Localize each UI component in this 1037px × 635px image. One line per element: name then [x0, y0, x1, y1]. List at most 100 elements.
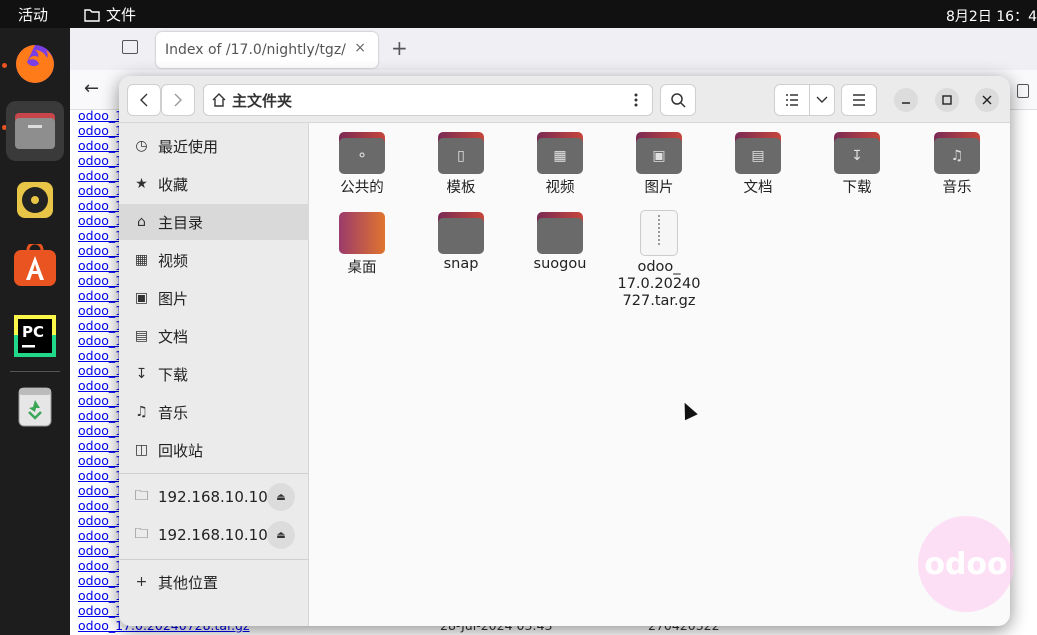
sidebar-item-other-locations[interactable]: + 其他位置	[119, 564, 309, 600]
folder-suogou[interactable]: suogou	[515, 212, 605, 273]
file-link[interactable]: odoo_1	[78, 588, 123, 603]
search-button[interactable]	[660, 84, 696, 116]
folder-snap[interactable]: snap	[416, 212, 506, 273]
file-link[interactable]: odoo_1	[78, 513, 123, 528]
sidebar-item-home[interactable]: ⌂ 主目录	[119, 204, 309, 240]
folder-icon	[537, 212, 583, 254]
file-link[interactable]: odoo_1	[78, 153, 123, 168]
sidebar-item-label: 收藏	[158, 175, 189, 194]
file-link[interactable]: odoo_1	[78, 453, 123, 468]
network-folder-icon: 🗀	[134, 526, 149, 542]
folder-downloads[interactable]: ↧ 下载	[812, 132, 902, 197]
rhythmbox-icon[interactable]	[6, 170, 64, 230]
file-link[interactable]: odoo_1	[78, 393, 123, 408]
eject-icon[interactable]: ⏏	[267, 521, 295, 549]
folder-documents[interactable]: ▤ 文档	[713, 132, 803, 197]
file-manager-window: 主文件夹 ◷ 最近使用 ★ 收藏 ⌂ 主目录 ▦ 视频 ▣ 图片 ▤ 文档 ↧ …	[119, 76, 1010, 626]
file-link[interactable]: odoo_1	[78, 108, 123, 123]
file-link[interactable]: odoo_1	[78, 123, 123, 138]
item-label: 视频	[545, 180, 575, 196]
folder-templates[interactable]: ▯ 模板	[416, 132, 506, 197]
close-tab-icon[interactable]: ×	[354, 40, 366, 56]
sidebar-item-starred[interactable]: ★ 收藏	[119, 166, 309, 202]
watermark-logo: odoo	[918, 516, 1014, 612]
eject-icon[interactable]: ⏏	[267, 483, 295, 511]
sidebar-separator	[119, 473, 309, 474]
file-link[interactable]: odoo_1	[78, 408, 123, 423]
sidebar-item-downloads[interactable]: ↧ 下载	[119, 356, 309, 392]
app-menu[interactable]: 文件	[84, 4, 136, 25]
back-button[interactable]	[127, 84, 161, 116]
file-link[interactable]: odoo_1	[78, 348, 123, 363]
sidebar-item-music[interactable]: ♫ 音乐	[119, 394, 309, 430]
file-link[interactable]: odoo_1	[78, 273, 123, 288]
file-link[interactable]: odoo_1	[78, 303, 123, 318]
tab-list-icon[interactable]	[122, 40, 138, 54]
file-link[interactable]: odoo_1	[78, 258, 123, 273]
sidebar-item-videos[interactable]: ▦ 视频	[119, 242, 309, 278]
file-link[interactable]: odoo_1	[78, 333, 123, 348]
file-link[interactable]: odoo_1	[78, 138, 123, 153]
sidebar-item-trash[interactable]: ◫ 回收站	[119, 432, 309, 468]
folder-music[interactable]: ♫ 音乐	[912, 132, 1002, 197]
item-label: 文档	[743, 180, 773, 196]
list-view-icon	[786, 94, 798, 106]
file-link[interactable]: odoo_1	[78, 213, 123, 228]
file-link[interactable]: odoo_1	[78, 243, 123, 258]
directory-listing: odoo_1 odoo_1 odoo_1 odoo_1 odoo_1 odoo_1 odoo…	[78, 108, 123, 618]
file-link[interactable]: odoo_1	[78, 183, 123, 198]
file-link[interactable]: odoo_1	[78, 378, 123, 393]
file-link[interactable]: odoo_1	[78, 498, 123, 513]
activities-button[interactable]: 活动	[18, 4, 48, 25]
view-options-button[interactable]	[809, 84, 835, 116]
file-link[interactable]: odoo_1	[78, 318, 123, 333]
files-icon[interactable]	[6, 101, 64, 161]
firefox-icon[interactable]	[6, 34, 64, 94]
sidebar-item-pictures[interactable]: ▣ 图片	[119, 280, 309, 316]
home-icon: ⌂	[137, 214, 146, 230]
file-link[interactable]: odoo_1	[78, 573, 123, 588]
file-link[interactable]: odoo_1	[78, 168, 123, 183]
file-link[interactable]: odoo_1	[78, 228, 123, 243]
folder-pictures[interactable]: ▣ 图片	[614, 132, 704, 197]
path-menu-button[interactable]	[619, 84, 653, 116]
file-link[interactable]: odoo_1	[78, 528, 123, 543]
main-menu-button[interactable]	[841, 84, 877, 116]
folder-desktop[interactable]: 桌面	[317, 212, 407, 277]
sidebar-item-documents[interactable]: ▤ 文档	[119, 318, 309, 354]
app-center-icon[interactable]	[6, 236, 64, 296]
file-link[interactable]: odoo_1	[78, 603, 123, 618]
file-link[interactable]: odoo_1	[78, 198, 123, 213]
folder-icon	[438, 212, 484, 254]
forward-button[interactable]	[161, 84, 195, 116]
file-link[interactable]: odoo_1	[78, 438, 123, 453]
sidebar-item-network-2[interactable]: 🗀 192.168.10.105 ⏏	[119, 517, 309, 553]
file-link[interactable]: odoo_1	[78, 543, 123, 558]
file-link[interactable]: odoo_1	[78, 558, 123, 573]
file-link[interactable]: odoo_1	[78, 363, 123, 378]
new-tab-button[interactable]: +	[391, 36, 408, 60]
trash-icon[interactable]	[6, 376, 64, 436]
file-link[interactable]: odoo_1	[78, 423, 123, 438]
item-label: 音乐	[942, 180, 972, 196]
folder-videos[interactable]: ▦ 视频	[515, 132, 605, 197]
browser-tab[interactable]: Index of /17.0/nightly/tgz/ ×	[156, 32, 378, 68]
clock[interactable]: 8月2日 16：4	[946, 6, 1037, 26]
archive-file[interactable]: odoo_ 17.0.20240 727.tar.gz	[614, 210, 704, 310]
app-name: 文件	[106, 6, 137, 24]
reader-view-icon[interactable]	[1017, 84, 1029, 98]
pycharm-icon[interactable]: PC	[6, 306, 64, 366]
minimize-button[interactable]	[894, 88, 918, 112]
close-button[interactable]	[975, 88, 999, 112]
sidebar-item-network-1[interactable]: 🗀 192.168.10.101 ⏏	[119, 479, 309, 515]
file-link[interactable]: odoo_1	[78, 483, 123, 498]
sidebar-item-recent[interactable]: ◷ 最近使用	[119, 128, 309, 164]
back-arrow-icon[interactable]: ←	[84, 78, 99, 99]
maximize-button[interactable]	[935, 88, 959, 112]
download-folder-icon: ↧	[834, 132, 880, 174]
file-link[interactable]: odoo_1	[78, 288, 123, 303]
file-link[interactable]: odoo_1	[78, 468, 123, 483]
path-bar[interactable]: 主文件夹	[203, 84, 653, 116]
folder-public[interactable]: ⚬ 公共的	[317, 132, 407, 197]
list-view-button[interactable]	[774, 84, 810, 116]
